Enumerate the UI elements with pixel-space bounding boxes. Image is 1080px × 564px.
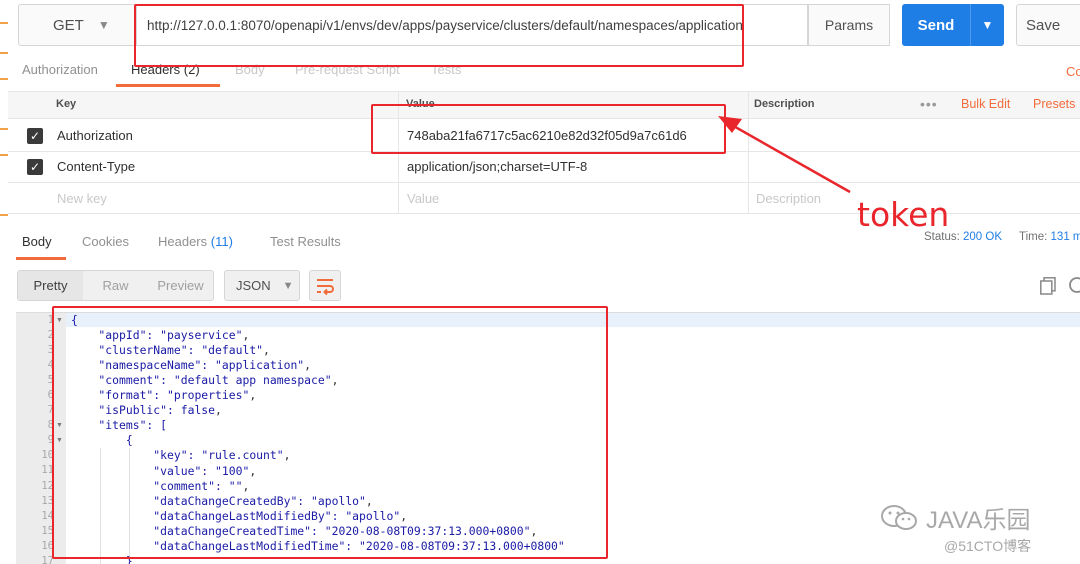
watermark-source: @51CTO博客 — [944, 538, 1032, 554]
save-button[interactable]: Save — [1016, 4, 1080, 46]
token-annotation-label: token — [857, 195, 950, 234]
method-label: GET — [53, 16, 84, 34]
line-number: 16 — [41, 539, 54, 552]
token-annotation-box — [371, 104, 726, 154]
active-response-tab-indicator — [16, 257, 66, 260]
view-label: Preview — [157, 278, 204, 293]
tab-authorization[interactable]: Authorization — [22, 62, 98, 77]
response-annotation-box — [52, 306, 608, 559]
tab-label: Authorization — [22, 62, 98, 77]
line-number: 8 — [47, 419, 54, 432]
header-enabled-checkbox[interactable]: ✓ — [27, 128, 43, 144]
watermark-brand-text: JAVA乐园 — [926, 507, 1031, 534]
line-number: 5 — [47, 374, 54, 387]
tab-label: Cookies — [82, 234, 129, 249]
line-number: 7 — [47, 404, 54, 417]
line-number: 17 — [41, 554, 54, 564]
send-label: Send — [917, 16, 955, 34]
status-value: 200 OK — [963, 231, 1003, 243]
tab-label: Headers — [158, 234, 208, 249]
line-number: 10 — [41, 449, 54, 462]
bulk-edit-link[interactable]: Bulk Edit — [961, 97, 1010, 111]
view-label: Raw — [102, 278, 129, 293]
view-preview-button[interactable]: Preview — [148, 271, 213, 300]
line-number: 15 — [41, 524, 54, 537]
copy-icon[interactable] — [1040, 277, 1056, 295]
send-button[interactable]: Send ▼ — [902, 4, 1004, 46]
new-key-input[interactable]: New key — [57, 191, 107, 206]
watermark-brand: JAVA乐园 — [880, 500, 1030, 535]
time-readout: Time: 131 m — [1019, 231, 1080, 243]
search-icon[interactable] — [1068, 276, 1080, 296]
new-value-input[interactable]: Value — [407, 191, 439, 206]
line-number: 12 — [41, 479, 54, 492]
params-button[interactable]: Params — [808, 4, 890, 46]
format-select[interactable]: JSON ▼ — [224, 270, 300, 301]
time-value: 131 m — [1050, 231, 1080, 243]
header-key-cell[interactable]: Authorization — [57, 128, 133, 143]
line-number: 2 — [47, 329, 54, 342]
view-pretty-button[interactable]: Pretty — [18, 271, 83, 300]
response-tab-test-results[interactable]: Test Results — [270, 234, 341, 249]
save-label: Save — [1026, 16, 1061, 34]
chevron-down-icon: ▼ — [97, 18, 110, 32]
wrap-lines-button[interactable] — [309, 270, 341, 301]
send-options-chevron-icon[interactable]: ▼ — [971, 18, 1004, 32]
method-select[interactable]: GET ▼ — [18, 4, 136, 46]
line-number: 3 — [47, 344, 54, 357]
tab-label: Body — [22, 234, 52, 249]
response-tab-cookies[interactable]: Cookies — [82, 234, 129, 249]
presets-link[interactable]: Presets — [1033, 97, 1075, 111]
url-annotation-box — [134, 4, 744, 67]
view-raw-button[interactable]: Raw — [83, 271, 148, 300]
response-tab-body[interactable]: Body — [22, 234, 52, 249]
tab-count: (11) — [210, 234, 233, 249]
header-value-cell[interactable]: application/json;charset=UTF-8 — [407, 159, 587, 174]
line-number: 1 — [47, 314, 54, 326]
active-tab-indicator — [116, 84, 220, 87]
tab-cut-off[interactable]: Co — [1066, 64, 1080, 79]
chevron-down-icon: ▼ — [282, 279, 294, 292]
header-enabled-checkbox[interactable]: ✓ — [27, 159, 43, 175]
column-key: Key — [56, 98, 77, 110]
more-dots-icon[interactable]: ••• — [920, 96, 938, 112]
line-numbers: 1 2 3 4 5 6 7 8 9 10 11 12 13 14 15 16 17 — [16, 313, 54, 564]
line-number: 6 — [47, 389, 54, 402]
params-label: Params — [824, 17, 874, 33]
line-number: 11 — [41, 464, 54, 477]
wechat-logo-icon — [881, 504, 917, 530]
wrap-lines-icon — [317, 279, 334, 296]
header-key-cell[interactable]: Content-Type — [57, 159, 135, 174]
tab-label: Test Results — [270, 234, 341, 249]
row-divider — [8, 182, 1080, 183]
line-number: 14 — [41, 509, 54, 522]
response-tab-headers[interactable]: Headers (11) — [158, 234, 233, 249]
time-label: Time: — [1019, 231, 1048, 243]
line-number: 9 — [47, 434, 54, 447]
view-mode-group: Pretty Raw Preview — [17, 270, 214, 301]
view-label: Pretty — [33, 278, 68, 293]
line-number: 13 — [41, 494, 54, 507]
line-number: 4 — [47, 359, 54, 372]
annotation-arrow-icon — [718, 116, 851, 194]
format-label: JSON — [236, 278, 271, 293]
